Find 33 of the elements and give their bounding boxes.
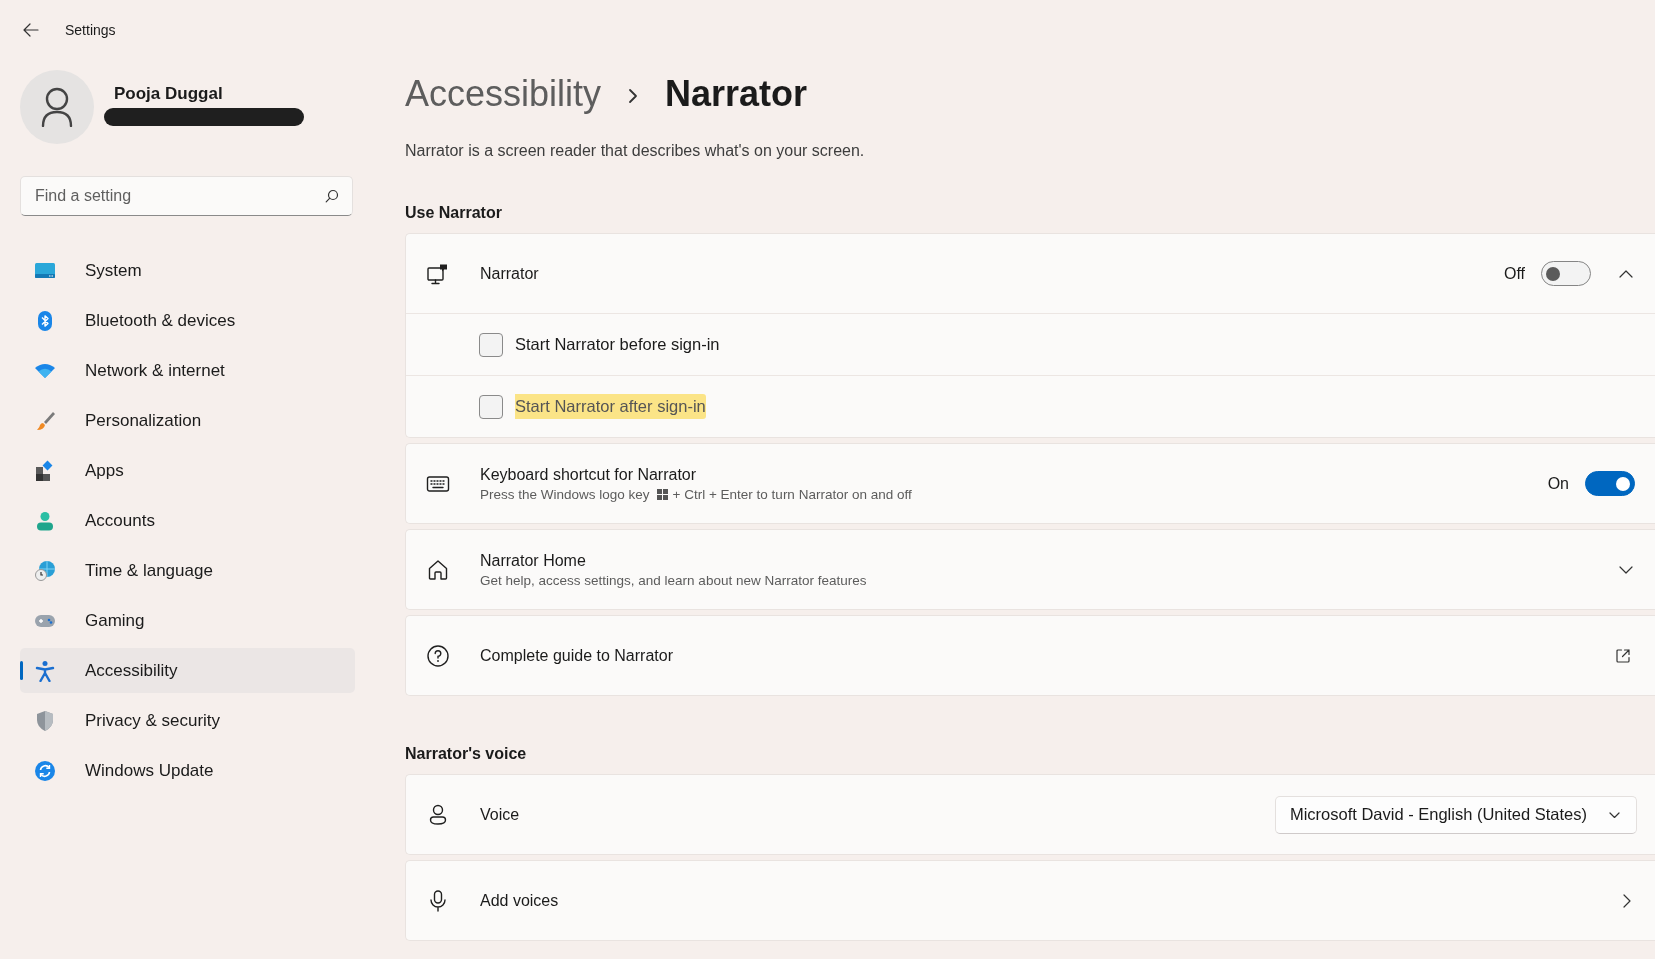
setting-title: Voice [480, 805, 521, 824]
sidebar-item[interactable]: Gaming [20, 598, 355, 643]
setting-description: + Ctrl + Enter to turn Narrator on and off [672, 486, 912, 502]
sidebar-item[interactable]: Accessibility [20, 648, 355, 693]
setting-title: Complete guide to Narrator [480, 646, 674, 665]
sidebar-item[interactable]: Accounts [20, 498, 355, 543]
checkbox-label: Start Narrator before sign-in [515, 334, 720, 355]
setting-description: Get help, access settings, and learn about new Narrator features [480, 572, 867, 588]
sidebar-item[interactable]: Windows Update [20, 748, 355, 793]
page-title: Narrator [665, 73, 808, 115]
sidebar-item[interactable]: Bluetooth & devices [20, 298, 355, 343]
page-description: Narrator is a screen reader that describes what's on your screen. [405, 142, 866, 160]
setting-title: Keyboard shortcut for Narrator [480, 465, 698, 484]
checkbox-label: Start Narrator after sign-in [515, 394, 706, 419]
sidebar-item[interactable]: Time & language [20, 548, 355, 593]
sidebar-item[interactable]: System [20, 248, 355, 293]
section-heading: Narrator's voice [405, 745, 528, 763]
setting-title: Add voices [480, 891, 560, 910]
sidebar-item[interactable]: Apps [20, 448, 355, 493]
setting-title: Narrator Home [480, 551, 587, 570]
voice-dropdown[interactable]: Microsoft David - English (United States) [1274, 795, 1637, 834]
setting-description: Press the Windows logo key [480, 486, 650, 502]
toggle-state-label: Off [1503, 264, 1525, 283]
window-title: Settings [65, 22, 116, 38]
sidebar-item[interactable]: Personalization [20, 398, 355, 443]
section-heading: Use Narrator [405, 204, 503, 222]
search-field[interactable]: Find a setting [20, 176, 353, 216]
toggle-state-label: On [1547, 474, 1569, 493]
sidebar-item[interactable]: Privacy & security [20, 698, 355, 743]
user-name: Pooja Duggal [113, 84, 224, 104]
sidebar-item[interactable]: Network & internet [20, 348, 355, 393]
breadcrumb-link[interactable]: Accessibility [405, 73, 602, 115]
setting-title: Narrator [480, 264, 540, 283]
